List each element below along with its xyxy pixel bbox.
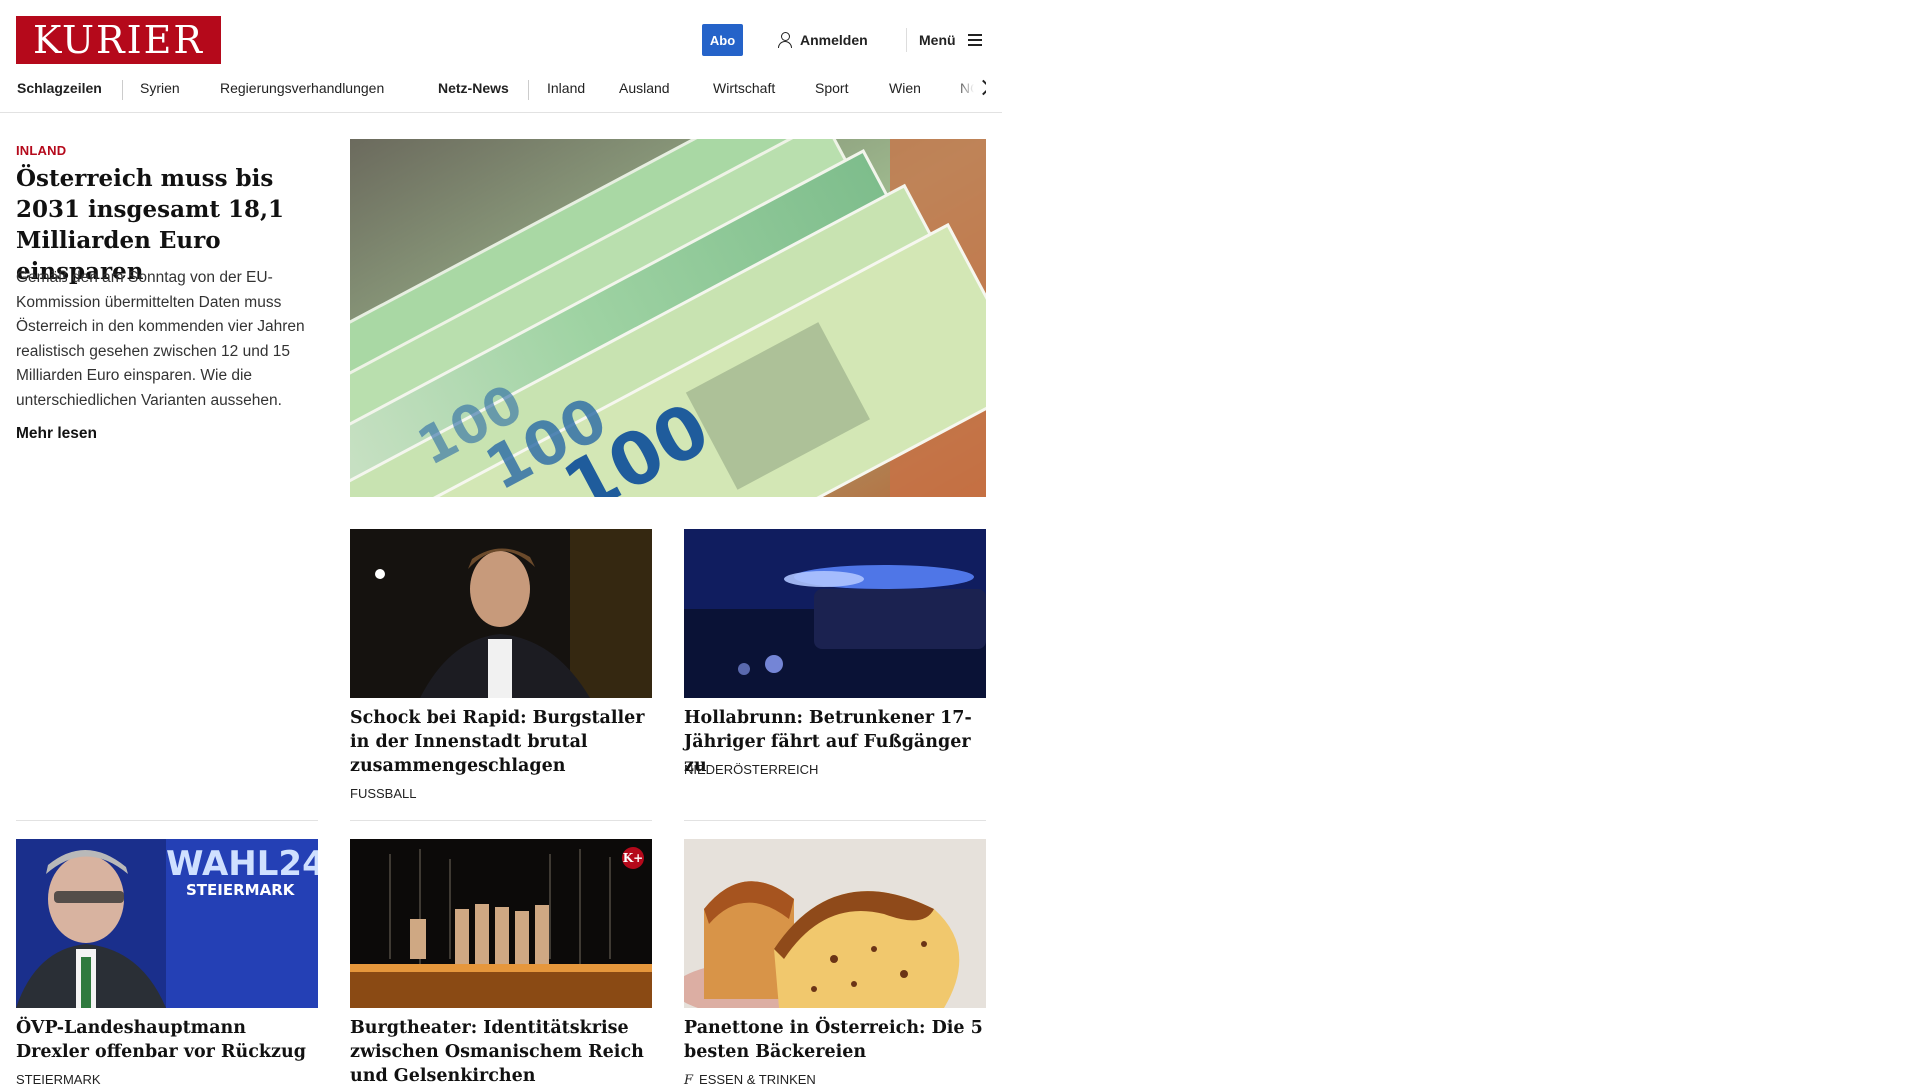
lead-kicker[interactable]: INLAND — [16, 143, 66, 158]
section-divider — [350, 820, 652, 821]
logo-text: KURIER — [32, 18, 205, 62]
hamburger-icon — [967, 34, 982, 46]
article-title-burgtheater[interactable]: Burgtheater: Identitätskrise zwi­schen O… — [350, 1016, 650, 1088]
nav-divider-line — [0, 112, 1002, 113]
nav-item-inland[interactable]: Inland — [547, 80, 585, 96]
section-divider — [684, 820, 986, 821]
kurier-logo[interactable]: KURIER — [16, 16, 221, 64]
abo-button[interactable]: Abo — [702, 24, 743, 56]
nav-item-ausland[interactable]: Ausland — [619, 80, 670, 96]
steiermark-image-text: STEIERMARK — [186, 881, 296, 899]
kurier-plus-badge: K+ — [622, 847, 644, 869]
article-title-drexler[interactable]: ÖVP-Landeshauptmann Drexler offenbar vor… — [16, 1016, 316, 1064]
article-kicker-panettone[interactable]: f ESSEN & TRINKEN — [684, 1072, 816, 1088]
login-button[interactable]: Anmelden — [778, 28, 868, 52]
lead-image[interactable]: 100 100 100 — [350, 139, 986, 497]
article-kicker-hollabrunn[interactable]: NIEDERÖSTERREICH — [684, 762, 818, 777]
nav-item-sport[interactable]: Sport — [815, 80, 848, 96]
nav-item-schlagzeilen[interactable]: Schlagzeilen — [17, 80, 102, 96]
nav-divider — [122, 80, 123, 100]
page: KURIER Abo Anmelden Menü Schlagzeilen Sy… — [0, 0, 1002, 1088]
read-more-link[interactable]: Mehr lesen — [16, 425, 97, 443]
article-image-drexler[interactable]: WAHL24 STEIERMARK — [16, 839, 318, 1008]
article-image-rapid[interactable] — [350, 529, 652, 698]
nav-item-wien[interactable]: Wien — [889, 80, 921, 96]
freizeit-icon: f — [684, 1073, 694, 1088]
wahl-image-text: WAHL24 — [166, 844, 318, 884]
nav-item-wirtschaft[interactable]: Wirtschaft — [713, 80, 775, 96]
nav-item-regierungsverhandlungen[interactable]: Regierungsverhandlungen — [220, 80, 384, 96]
lead-teaser: Gemäß den am Sonntag von der EU-Kommissi… — [16, 269, 305, 409]
article-kicker-rapid[interactable]: FUSSBALL — [350, 786, 416, 801]
user-icon — [778, 32, 792, 48]
main-nav: Schlagzeilen Syrien Regierungsverhandlun… — [16, 74, 986, 104]
abo-label: Abo — [709, 32, 736, 48]
nav-divider — [528, 80, 529, 100]
section-divider — [16, 820, 318, 821]
article-title-rapid[interactable]: Schock bei Rapid: Burgstaller in der Inn… — [350, 706, 650, 778]
article-title-panettone[interactable]: Panettone in Österreich: Die 5 bes­ten B… — [684, 1016, 984, 1064]
header-divider — [906, 28, 907, 52]
nav-item-netz-news[interactable]: Netz-News — [438, 80, 509, 96]
menu-label: Menü — [919, 32, 956, 48]
article-image-burgtheater[interactable]: K+ — [350, 839, 652, 1008]
article-image-panettone[interactable] — [684, 839, 986, 1008]
article-image-hollabrunn[interactable] — [684, 529, 986, 698]
menu-button[interactable]: Menü — [919, 28, 982, 52]
nav-item-syrien[interactable]: Syrien — [140, 80, 180, 96]
login-label: Anmelden — [800, 32, 868, 48]
